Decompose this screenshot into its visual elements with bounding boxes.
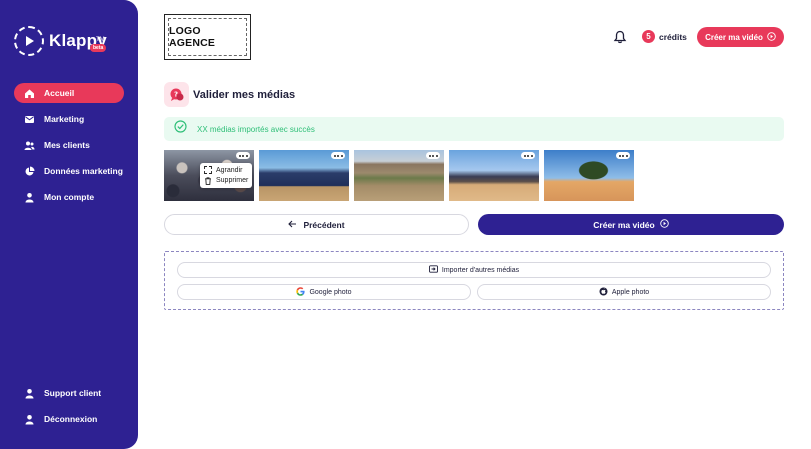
sidebar-item-label: Données marketing <box>44 166 123 176</box>
user-icon <box>24 388 35 399</box>
agency-logo: LOGO AGENCE <box>164 14 251 60</box>
create-video-button-label: Créer ma vidéo <box>593 219 655 230</box>
media-thumbnail[interactable] <box>544 150 634 201</box>
more-options-icon[interactable] <box>521 152 535 159</box>
user-icon <box>24 192 35 203</box>
media-thumbnail[interactable] <box>259 150 349 201</box>
success-banner: XX médias importés avec succès <box>164 117 784 141</box>
import-more-media-label: Importer d'autres médias <box>441 266 520 274</box>
sidebar-item-label: Support client <box>44 388 102 398</box>
sidebar-item-label: Marketing <box>44 114 85 124</box>
sidebar-item-support-client[interactable]: Support client <box>14 383 124 403</box>
media-thumbnail[interactable] <box>449 150 539 201</box>
sidebar-item-mon-compte[interactable]: Mon compte <box>14 187 124 207</box>
google-icon <box>296 286 306 298</box>
expand-icon <box>204 166 212 175</box>
credits: 5 crédits <box>642 30 687 43</box>
sidebar: Klappy TM beta Accueil Marketing Mes cli… <box>0 0 138 449</box>
apple-photo-label: Apple photo <box>611 288 650 296</box>
trash-icon <box>204 177 212 185</box>
more-options-icon[interactable] <box>616 152 630 159</box>
play-circle-icon <box>767 31 776 43</box>
agency-logo-label: LOGO AGENCE <box>168 18 247 56</box>
apple-icon <box>599 287 608 298</box>
sidebar-item-deconnexion[interactable]: Déconnexion <box>14 409 124 429</box>
import-icon <box>428 265 438 275</box>
pie-chart-icon <box>24 166 35 177</box>
menu-item-agrandir[interactable]: Agrandir <box>204 165 248 176</box>
media-thumbnail[interactable] <box>354 150 444 201</box>
svg-text:?: ? <box>173 90 177 98</box>
media-context-menu: Agrandir Supprimer <box>200 163 252 188</box>
apple-photo-button[interactable]: Apple photo <box>477 284 771 300</box>
play-icon <box>14 26 44 56</box>
import-more-media-button[interactable]: Importer d'autres médias <box>177 262 771 278</box>
sidebar-item-label: Accueil <box>44 88 75 98</box>
question-bubble-icon: ? <box>164 82 189 107</box>
home-icon <box>24 88 35 99</box>
create-video-header-button[interactable]: Créer ma vidéo <box>697 27 784 47</box>
import-dropzone[interactable]: Importer d'autres médias Google photo Ap… <box>164 251 784 310</box>
menu-item-label: Supprimer <box>216 177 249 185</box>
arrow-left-icon <box>288 220 297 230</box>
sidebar-item-mes-clients[interactable]: Mes clients <box>14 135 124 155</box>
menu-item-label: Agrandir <box>216 166 243 174</box>
create-video-button[interactable]: Créer ma vidéo <box>478 214 784 235</box>
more-options-icon[interactable] <box>236 152 250 159</box>
brand-badge: beta <box>90 44 107 52</box>
mail-icon <box>24 114 35 125</box>
more-options-icon[interactable] <box>426 152 440 159</box>
create-video-header-label: Créer ma vidéo <box>705 32 763 42</box>
sidebar-item-accueil[interactable]: Accueil <box>14 83 124 103</box>
previous-button[interactable]: Précédent <box>164 214 469 235</box>
users-icon <box>24 140 35 151</box>
brand-logo[interactable]: Klappy TM beta <box>14 26 107 56</box>
check-circle-icon <box>174 120 187 138</box>
play-circle-icon <box>659 219 669 230</box>
google-photo-button[interactable]: Google photo <box>177 284 471 300</box>
page-title: Valider mes médias <box>193 89 296 101</box>
bell-icon[interactable] <box>613 30 627 44</box>
menu-item-supprimer[interactable]: Supprimer <box>204 176 248 187</box>
credits-label: crédits <box>659 31 687 42</box>
success-message: XX médias importés avec succès <box>197 124 315 134</box>
brand-tm: TM <box>96 37 105 43</box>
credits-count: 5 <box>642 30 655 43</box>
previous-button-label: Précédent <box>303 219 345 230</box>
user-icon <box>24 414 35 425</box>
sidebar-bottom-nav: Support client Déconnexion <box>14 383 124 435</box>
google-photo-label: Google photo <box>309 288 352 296</box>
sidebar-item-donnees-marketing[interactable]: Données marketing <box>14 161 124 181</box>
sidebar-item-label: Mon compte <box>44 192 95 202</box>
sidebar-item-label: Déconnexion <box>44 414 98 424</box>
more-options-icon[interactable] <box>331 152 345 159</box>
sidebar-item-label: Mes clients <box>44 140 90 150</box>
sidebar-item-marketing[interactable]: Marketing <box>14 109 124 129</box>
sidebar-nav: Accueil Marketing Mes clients Données ma… <box>14 83 124 213</box>
